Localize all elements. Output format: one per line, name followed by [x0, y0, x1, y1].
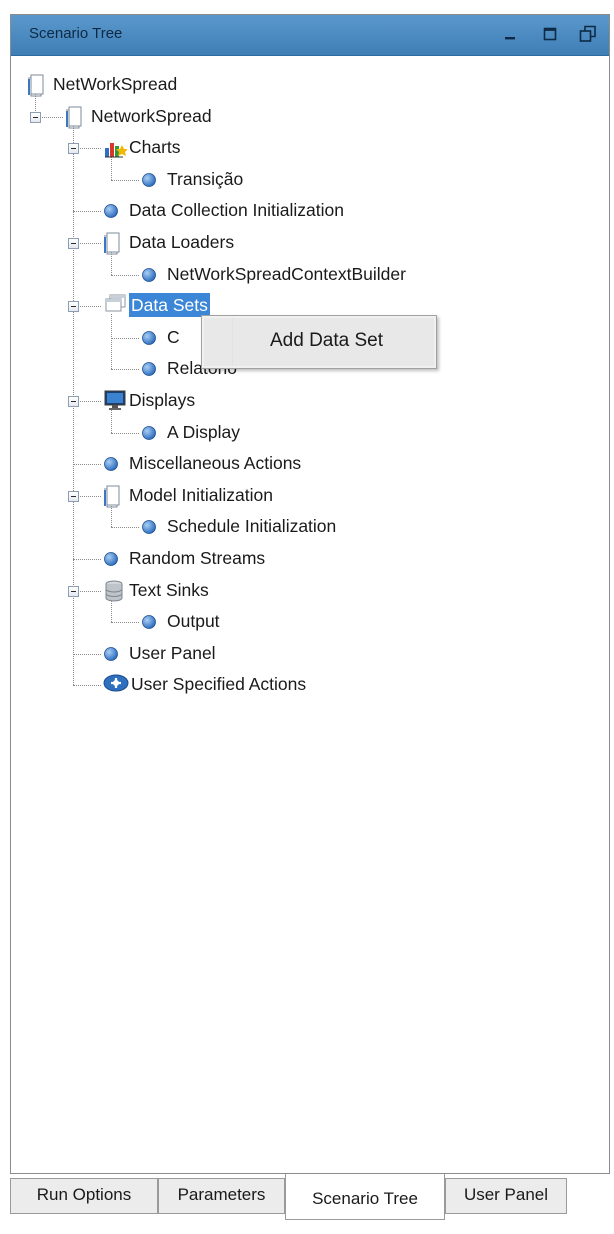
restore-button[interactable] — [577, 23, 599, 45]
collapse-toggle[interactable] — [68, 143, 79, 155]
tree-guide-line — [111, 622, 139, 624]
chart-icon — [103, 136, 128, 164]
restore-icon — [579, 25, 596, 42]
bullet-icon — [141, 519, 157, 539]
tree-node-c[interactable]: C — [167, 325, 180, 349]
tree-node-charts[interactable]: Charts — [129, 135, 181, 159]
tree-guide-line — [73, 653, 101, 655]
tree-guide-line — [73, 464, 101, 466]
bullet-icon — [103, 456, 119, 476]
minimize-button[interactable] — [499, 23, 521, 45]
tree-node-random-streams[interactable]: Random Streams — [129, 546, 265, 570]
document-icon — [27, 73, 47, 101]
scenario-tree-panel: Scenario Tree NetWorkSpread NetworkSpread… — [10, 14, 610, 1174]
tree-guide-line — [111, 274, 139, 276]
tree-node-displays[interactable]: Displays — [129, 388, 195, 412]
database-icon — [103, 579, 125, 607]
bullet-icon — [141, 614, 157, 634]
tab-run-options[interactable]: Run Options — [10, 1178, 158, 1214]
bullet-icon — [103, 203, 119, 223]
minimize-icon — [505, 37, 515, 40]
tree-node-user-panel[interactable]: User Panel — [129, 641, 216, 665]
user-actions-icon — [103, 673, 129, 697]
tree-guide-line — [111, 179, 139, 181]
tree-node-networkspreadcontextbuilder[interactable]: NetWorkSpreadContextBuilder — [167, 262, 406, 286]
tree-node-text-sinks[interactable]: Text Sinks — [129, 578, 209, 602]
collapse-toggle[interactable] — [68, 301, 79, 313]
tab-scenario-tree[interactable]: Scenario Tree — [285, 1174, 445, 1220]
tree-guide-line — [73, 685, 101, 687]
bullet-icon — [141, 267, 157, 287]
collapse-toggle[interactable] — [68, 585, 79, 597]
add-data-set-menu-item[interactable]: Add Data Set — [204, 318, 434, 366]
tree-guide-line — [73, 559, 101, 560]
tab-user-panel[interactable]: User Panel — [445, 1178, 567, 1214]
tree-guide-line — [111, 314, 112, 370]
tab-parameters[interactable]: Parameters — [158, 1178, 285, 1214]
document-icon — [65, 105, 85, 133]
tree-node-networkspread[interactable]: NetWorkSpread — [53, 72, 177, 96]
document-icon — [103, 231, 123, 259]
tab-label: Parameters — [177, 1185, 266, 1204]
tree-node-user-specified-actions[interactable]: User Specified Actions — [131, 672, 306, 696]
tree-node-schedule-initialization[interactable]: Schedule Initialization — [167, 514, 336, 538]
tree-node-data-collection-initialization[interactable]: Data Collection Initialization — [129, 198, 344, 222]
bullet-icon — [141, 425, 157, 445]
document-icon — [103, 484, 123, 512]
tree-node-data-loaders[interactable]: Data Loaders — [129, 230, 234, 254]
context-menu: Add Data Set — [201, 315, 437, 369]
collapse-toggle[interactable] — [68, 490, 79, 502]
windows-icon — [103, 294, 127, 320]
collapse-toggle[interactable] — [30, 111, 41, 123]
tree-guide-line — [111, 369, 139, 371]
tab-label: Scenario Tree — [312, 1189, 418, 1208]
bullet-icon — [141, 330, 157, 350]
tree-node-data-sets[interactable]: Data Sets — [129, 293, 210, 318]
maximize-button[interactable] — [539, 23, 561, 45]
monitor-icon — [103, 389, 127, 415]
bullet-icon — [103, 646, 119, 666]
tree-node-networkspread[interactable]: NetworkSpread — [91, 104, 212, 128]
tree-node-model-initialization[interactable]: Model Initialization — [129, 483, 273, 507]
tree-node-miscellaneous-actions[interactable]: Miscellaneous Actions — [129, 451, 301, 475]
tree-node-transi-o[interactable]: Transição — [167, 167, 243, 191]
collapse-toggle[interactable] — [68, 396, 79, 407]
maximize-icon — [543, 27, 557, 41]
bottom-tab-bar: Run Options Parameters Scenario Tree Use… — [10, 1174, 610, 1222]
bullet-icon — [103, 551, 119, 571]
bullet-icon — [141, 361, 157, 381]
tab-label: User Panel — [463, 1185, 549, 1204]
tree-guide-line — [73, 211, 101, 213]
add-data-set-label: Add Data Set — [270, 330, 384, 351]
collapse-toggle[interactable] — [68, 238, 79, 249]
menu-icon-gutter — [232, 318, 233, 366]
tree-guide-line — [111, 527, 139, 529]
tree-node-output[interactable]: Output — [167, 609, 220, 633]
panel-title: Scenario Tree — [29, 25, 123, 42]
bullet-icon — [141, 172, 157, 192]
tab-label: Run Options — [36, 1185, 132, 1204]
scenario-tree: NetWorkSpread NetworkSpread Charts Transiçã… — [11, 55, 609, 1173]
tree-guide-line — [111, 337, 139, 339]
panel-title-bar[interactable]: Scenario Tree — [11, 15, 609, 56]
tree-node-a-display[interactable]: A Display — [167, 420, 240, 444]
tree-guide-line — [111, 432, 139, 434]
